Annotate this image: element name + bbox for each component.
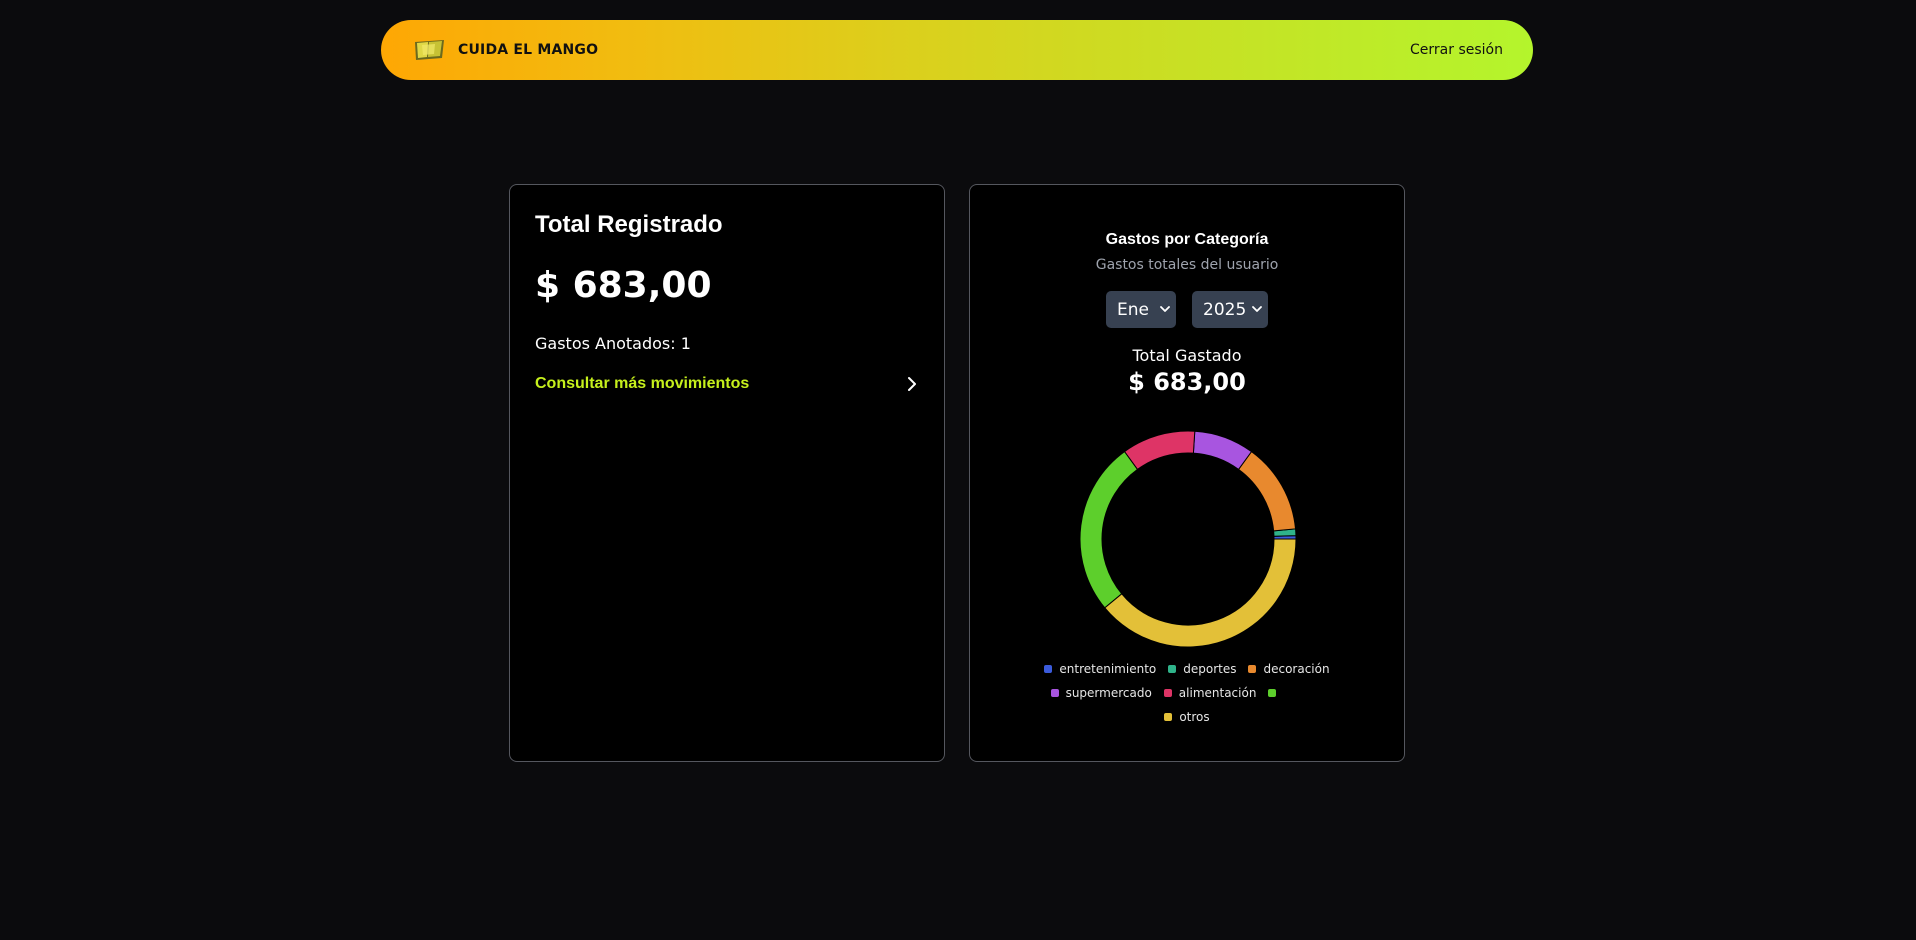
logout-button[interactable]: Cerrar sesión (1410, 42, 1503, 58)
month-value: Ene (1117, 299, 1149, 320)
donut-slice-unnamed-5[interactable] (1079, 450, 1139, 609)
more-movements-link[interactable]: Consultar más movimientos (535, 375, 919, 393)
donut-slice-otros[interactable] (1104, 538, 1297, 648)
chart-legend: entretenimiento deportes decoración superme… (1027, 661, 1347, 725)
legend-item[interactable]: decoración (1248, 661, 1330, 677)
chart-subtitle: Gastos totales del usuario (1095, 257, 1279, 273)
legend-label: supermercado (1065, 686, 1152, 700)
card-title: Total Registrado (535, 211, 723, 238)
legend-label: decoración (1263, 662, 1330, 676)
total-spent-label: Total Gastado (1132, 346, 1242, 365)
total-summary-card: Total Registrado $ 683,00 Gastos Anotado… (509, 184, 945, 762)
year-value: 2025 (1203, 299, 1247, 320)
legend-item[interactable]: otros (1164, 709, 1210, 725)
chevron-down-icon (1160, 306, 1170, 312)
legend-swatch (1050, 689, 1059, 697)
mango-flag-logo-icon (415, 40, 444, 60)
legend-swatch (1248, 665, 1257, 673)
legend-label: otros (1179, 710, 1210, 724)
legend-item[interactable]: alimentación (1163, 685, 1257, 701)
legend-label: entretenimiento (1059, 662, 1157, 676)
total-spent-amount: $ 683,00 (1128, 368, 1246, 396)
legend-swatch (1044, 665, 1053, 673)
filters: Ene 2025 (970, 291, 1404, 328)
legend-label: alimentación (1178, 686, 1257, 700)
legend-swatch (1163, 689, 1172, 697)
legend-item[interactable] (1268, 685, 1323, 701)
top-navbar: CUIDA EL MANGO Cerrar sesión (381, 20, 1533, 80)
chart-title: Gastos por Categoría (1105, 231, 1269, 248)
month-select[interactable]: Ene (1106, 291, 1176, 328)
category-chart-card: Gastos por Categoría Gastos totales del … (969, 184, 1405, 762)
legend-label: deportes (1183, 662, 1237, 676)
legend-item[interactable]: entretenimiento (1044, 661, 1156, 677)
more-movements-label: Consultar más movimientos (535, 374, 750, 392)
legend-swatch (1268, 689, 1277, 697)
legend-item[interactable]: deportes (1168, 661, 1236, 677)
brand-name: CUIDA EL MANGO (458, 42, 599, 58)
legend-swatch (1168, 665, 1177, 673)
category-donut-chart (1079, 430, 1297, 648)
donut-slice-supermercado[interactable] (1192, 430, 1253, 471)
donut-slice-decoración[interactable] (1237, 450, 1297, 532)
brand[interactable]: CUIDA EL MANGO (413, 39, 598, 61)
year-select[interactable]: 2025 (1192, 291, 1268, 328)
expense-count: Gastos Anotados: 1 (535, 333, 691, 353)
legend-item[interactable]: supermercado (1050, 685, 1152, 701)
total-amount: $ 683,00 (535, 264, 712, 306)
donut-slice-alimentación[interactable] (1123, 430, 1196, 471)
legend-swatch (1164, 713, 1173, 721)
chevron-right-icon (908, 376, 916, 391)
chevron-down-icon (1252, 306, 1262, 312)
